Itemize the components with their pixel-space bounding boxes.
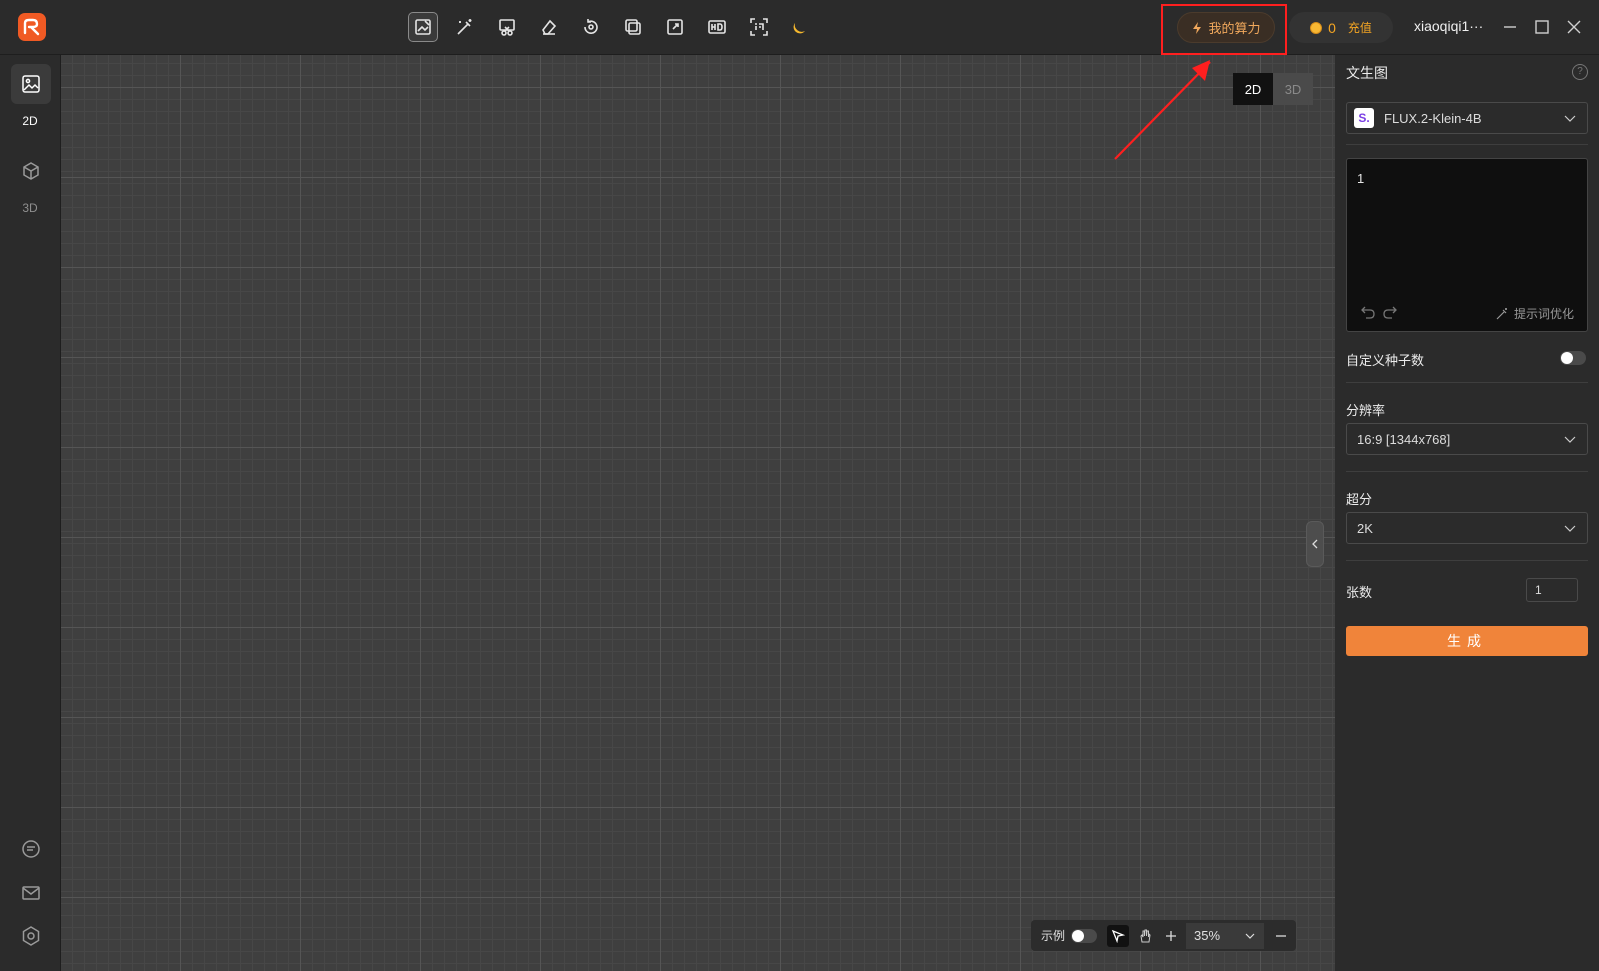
cube-icon bbox=[23, 162, 39, 180]
canvas-bottom-toolbar: 示例 35% bbox=[1031, 920, 1296, 951]
mode-2d-button[interactable] bbox=[11, 64, 51, 104]
layers-icon[interactable] bbox=[618, 12, 648, 42]
mail-icon[interactable] bbox=[11, 873, 51, 913]
divider bbox=[1346, 560, 1588, 561]
app-logo-icon bbox=[18, 13, 46, 41]
custom-seed-toggle[interactable] bbox=[1560, 351, 1586, 365]
right-panel: 文生图 ? S. FLUX.2-Klein-4B 1 提示词优化 自定义种子数 … bbox=[1336, 55, 1599, 971]
image-icon bbox=[22, 75, 40, 93]
magic-pen-icon bbox=[1496, 307, 1507, 319]
prompt-text: 1 bbox=[1357, 171, 1365, 186]
hd-icon[interactable] bbox=[702, 12, 732, 42]
ocr-word-icon[interactable] bbox=[744, 12, 774, 42]
example-label: 示例 bbox=[1041, 929, 1066, 943]
chevron-down-icon bbox=[1564, 115, 1576, 122]
generate-button[interactable]: 生成 bbox=[1346, 626, 1588, 656]
chevron-left-icon bbox=[1312, 539, 1318, 549]
left-rail: 2D 3D bbox=[0, 55, 61, 971]
expand-icon[interactable] bbox=[660, 12, 690, 42]
model-select[interactable]: S. FLUX.2-Klein-4B bbox=[1346, 102, 1588, 134]
canvas-area[interactable] bbox=[61, 55, 1335, 971]
upscale-value: 2K bbox=[1357, 520, 1373, 536]
rotate-icon[interactable] bbox=[576, 12, 606, 42]
model-badge-icon: S. bbox=[1354, 108, 1374, 128]
model-name: FLUX.2-Klein-4B bbox=[1384, 110, 1482, 126]
zoom-value: 35% bbox=[1194, 928, 1221, 943]
zoom-out-icon[interactable] bbox=[1270, 925, 1292, 947]
resolution-value: 16:9 [1344x768] bbox=[1357, 431, 1451, 447]
dim-3d-option[interactable]: 3D bbox=[1273, 73, 1313, 105]
dimension-toggle[interactable]: 2D 3D bbox=[1233, 73, 1313, 105]
count-input[interactable]: 1 bbox=[1526, 578, 1578, 602]
moon-icon[interactable] bbox=[786, 12, 816, 42]
top-bar: 我的算力 0 充值 xiaoqiqi1··· bbox=[0, 0, 1599, 55]
chevron-down-icon bbox=[1245, 933, 1255, 939]
recharge-link[interactable]: 充值 bbox=[1348, 19, 1372, 36]
count-label: 张数 bbox=[1346, 585, 1373, 600]
prompt-textarea[interactable]: 1 提示词优化 bbox=[1346, 158, 1588, 332]
minimize-icon[interactable] bbox=[1500, 17, 1520, 37]
example-toggle[interactable] bbox=[1071, 928, 1098, 943]
coin-icon bbox=[1310, 21, 1323, 34]
hand-tool-icon[interactable] bbox=[1134, 925, 1156, 947]
cut-image-icon[interactable] bbox=[492, 12, 522, 42]
select-tool-icon[interactable] bbox=[1107, 924, 1130, 947]
maximize-icon[interactable] bbox=[1532, 17, 1552, 37]
settings-icon[interactable] bbox=[11, 916, 51, 956]
divider bbox=[1346, 144, 1588, 145]
upscale-select[interactable]: 2K bbox=[1346, 512, 1588, 544]
eraser-icon[interactable] bbox=[534, 12, 564, 42]
panel-title: 文生图 bbox=[1346, 65, 1388, 81]
chevron-down-icon bbox=[1564, 436, 1576, 443]
mode-3d-button[interactable] bbox=[11, 151, 51, 191]
collapse-panel-handle[interactable] bbox=[1306, 521, 1324, 567]
coin-balance[interactable]: 0 充值 bbox=[1289, 12, 1393, 43]
redo-icon[interactable] bbox=[1383, 305, 1397, 319]
help-icon[interactable]: ? bbox=[1572, 64, 1588, 80]
annotation-arrow bbox=[1114, 60, 1211, 160]
username[interactable]: xiaoqiqi1··· bbox=[1414, 18, 1483, 34]
annotation-highlight-box bbox=[1161, 4, 1287, 55]
dim-2d-option[interactable]: 2D bbox=[1233, 73, 1273, 105]
divider bbox=[1346, 471, 1588, 472]
upscale-label: 超分 bbox=[1346, 492, 1373, 507]
chat-icon[interactable] bbox=[11, 829, 51, 869]
magic-wand-icon[interactable] bbox=[450, 12, 480, 42]
prompt-optimize-label: 提示词优化 bbox=[1514, 307, 1575, 321]
zoom-in-icon[interactable] bbox=[1160, 925, 1182, 947]
mode-2d-label: 2D bbox=[22, 114, 38, 128]
undo-icon[interactable] bbox=[1361, 305, 1375, 319]
close-icon[interactable] bbox=[1564, 17, 1584, 37]
image-edit-icon[interactable] bbox=[408, 12, 438, 42]
prompt-optimize-button[interactable]: 提示词优化 bbox=[1495, 305, 1574, 322]
zoom-select[interactable]: 35% bbox=[1186, 922, 1265, 949]
divider bbox=[1346, 382, 1588, 383]
chevron-down-icon bbox=[1564, 525, 1576, 532]
mode-3d-label: 3D bbox=[22, 201, 38, 215]
resolution-label: 分辨率 bbox=[1346, 403, 1386, 418]
coin-count: 0 bbox=[1328, 19, 1336, 36]
resolution-select[interactable]: 16:9 [1344x768] bbox=[1346, 423, 1588, 455]
custom-seed-label: 自定义种子数 bbox=[1346, 353, 1425, 368]
